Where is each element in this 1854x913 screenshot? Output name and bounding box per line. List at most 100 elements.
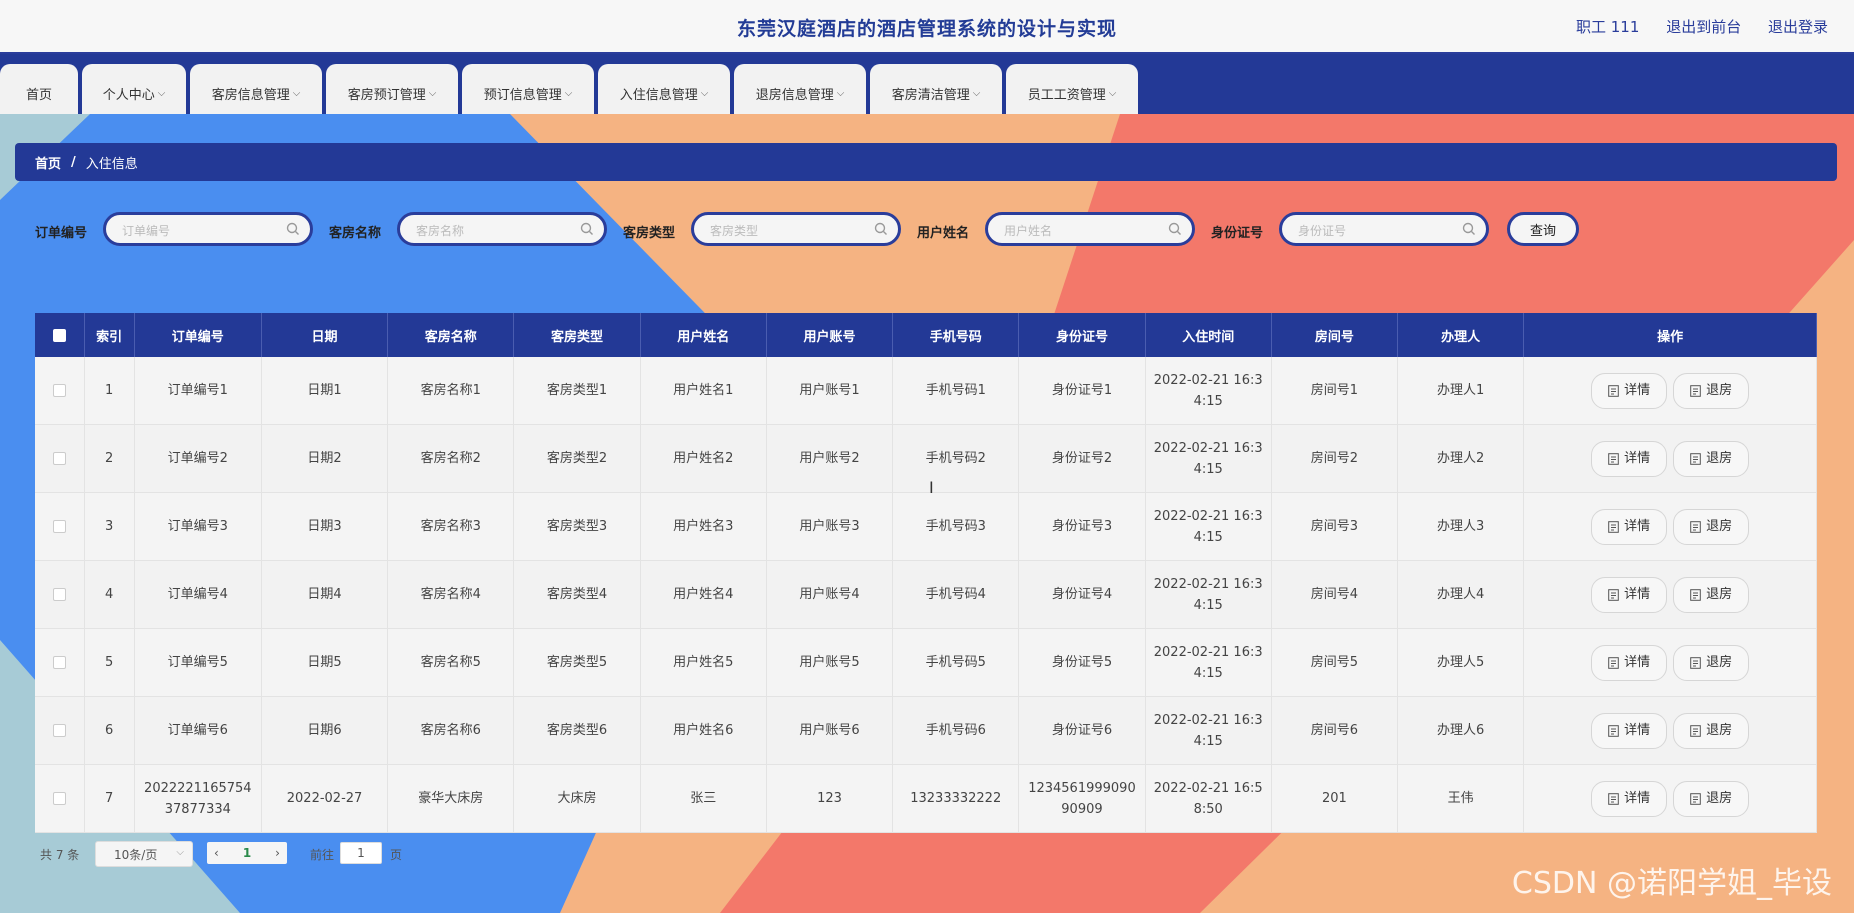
tab-label: 客房清洁管理 [891,87,970,103]
col-header: 客房名称 [387,313,515,357]
table-row[interactable]: 4 订单编号4 日期4 客房名称4 客房类型4 用户姓名4 用户账号4 手机号码4 身份证号4 2… [35,560,1817,629]
row-select-cell[interactable] [35,764,85,833]
tab-room-booking[interactable]: 客房预订管理 ⌵ [326,64,458,114]
current-page[interactable]: 1 [243,846,251,860]
document-icon [1608,724,1619,737]
row-checkbox[interactable] [52,656,66,669]
order-no-field[interactable] [103,212,313,246]
order-no-input[interactable] [120,221,284,241]
row-select-cell[interactable] [35,628,85,697]
cell-date: 日期5 [261,628,389,697]
checkout-button[interactable]: 退房 [1673,576,1750,613]
total-count: 共 7 条 [40,848,80,862]
detail-button[interactable]: 详情 [1591,644,1668,681]
row-checkbox[interactable] [52,384,66,397]
id-no-input[interactable] [1296,221,1460,241]
row-checkbox[interactable] [52,792,66,805]
cell-account: 用户账号4 [766,560,894,629]
detail-button[interactable]: 详情 [1591,440,1668,477]
checkout-button[interactable]: 退房 [1673,508,1750,545]
table-row[interactable]: 7 2022221165754 37877334 2022-02-27 豪华大床房 大床… [35,764,1817,833]
checkin-table: 索引 订单编号 日期 客房名称 客房类型 用户姓名 用户账号 手机号码 身份证号… [35,313,1817,833]
cell-room-no: 房间号6 [1271,696,1399,765]
cell-date: 日期3 [261,492,389,561]
tab-checkout-info[interactable]: 退房信息管理 ⌵ [734,64,866,114]
cell-room-name: 客房名称4 [387,560,515,629]
query-button[interactable]: 查询 [1507,212,1579,246]
tab-booking-info[interactable]: 预订信息管理 ⌵ [462,64,594,114]
search-icon [286,222,299,235]
actions-cell: 详情 退房 [1523,424,1817,493]
detail-button[interactable]: 详情 [1591,508,1668,545]
goto-label: 前往 [310,848,335,862]
detail-label: 详情 [1624,383,1651,398]
cell-date: 2022-02-27 [261,764,389,833]
select-all-cell[interactable] [35,313,85,357]
detail-label: 详情 [1624,655,1651,670]
tab-checkin-info[interactable]: 入住信息管理 ⌵ [598,64,730,114]
search-icon [874,222,887,235]
cell-date: 日期6 [261,696,389,765]
cell-date: 日期2 [261,424,389,493]
logout-link[interactable]: 退出登录 [1768,18,1828,36]
col-header: 手机号码 [892,313,1020,357]
checkout-button[interactable]: 退房 [1673,372,1750,409]
checkout-button[interactable]: 退房 [1673,780,1750,817]
prev-page-icon[interactable]: ‹ [214,846,219,860]
room-type-field[interactable] [691,212,901,246]
select-all-checkbox[interactable] [52,328,66,342]
table-row[interactable]: 5 订单编号5 日期5 客房名称5 客房类型5 用户姓名5 用户账号5 手机号码5 身份证号5 2… [35,628,1817,697]
document-icon [1690,792,1701,805]
tab-room-cleaning[interactable]: 客房清洁管理 ⌵ [870,64,1002,114]
col-header: 房间号 [1271,313,1399,357]
row-checkbox[interactable] [52,724,66,737]
next-page-icon[interactable]: › [275,846,280,860]
page-size-value: 10条/页 [114,847,158,862]
row-checkbox[interactable] [52,588,66,601]
room-type-input[interactable] [708,221,872,241]
detail-button[interactable]: 详情 [1591,576,1668,613]
page-size-select[interactable]: 10条/页 ⌵ [95,841,193,867]
room-name-field[interactable] [397,212,607,246]
actions-cell: 详情 退房 [1523,764,1817,833]
breadcrumb-separator: / [71,154,76,170]
cell-index: 3 [84,492,135,561]
row-select-cell[interactable] [35,492,85,561]
row-select-cell[interactable] [35,696,85,765]
document-icon [1690,656,1701,669]
checkout-button[interactable]: 退房 [1673,440,1750,477]
goto-page-input[interactable]: 1 [340,842,382,864]
detail-label: 详情 [1624,791,1651,806]
breadcrumb-home[interactable]: 首页 [35,153,61,172]
detail-label: 详情 [1624,519,1651,534]
row-checkbox[interactable] [52,452,66,465]
detail-button[interactable]: 详情 [1591,712,1668,749]
cell-account: 用户账号1 [766,357,894,425]
tab-personal-center[interactable]: 个人中心 ⌵ [82,64,186,114]
tab-home[interactable]: 首页 [0,64,78,114]
row-select-cell[interactable] [35,357,85,425]
search-icon [1168,222,1181,235]
user-name-field[interactable] [985,212,1195,246]
detail-button[interactable]: 详情 [1591,780,1668,817]
col-header: 身份证号 [1018,313,1146,357]
id-no-field[interactable] [1279,212,1489,246]
table-row[interactable]: 3 订单编号3 日期3 客房名称3 客房类型3 用户姓名3 用户账号3 手机号码3 身份证号3 2… [35,492,1817,561]
user-name-input[interactable] [1002,221,1166,241]
room-name-input[interactable] [414,221,578,241]
checkout-button[interactable]: 退房 [1673,644,1750,681]
checkout-button[interactable]: 退房 [1673,712,1750,749]
table-row[interactable]: 6 订单编号6 日期6 客房名称6 客房类型6 用户姓名6 用户账号6 手机号码6 身份证号6 2… [35,696,1817,765]
tab-staff-salary[interactable]: 员工工资管理 ⌵ [1006,64,1138,114]
breadcrumb: 首页 / 入住信息 [15,143,1837,181]
detail-button[interactable]: 详情 [1591,372,1668,409]
cell-room-type: 客房类型3 [513,492,641,561]
cell-date: 日期1 [261,357,389,425]
row-select-cell[interactable] [35,424,85,493]
exit-to-front-link[interactable]: 退出到前台 [1666,18,1741,36]
table-row[interactable]: 2 订单编号2 日期2 客房名称2 客房类型2 用户姓名2 用户账号2 手机号码2 身份证号2 2… [35,424,1817,493]
row-select-cell[interactable] [35,560,85,629]
tab-room-info[interactable]: 客房信息管理 ⌵ [190,64,322,114]
table-row[interactable]: 1 订单编号1 日期1 客房名称1 客房类型1 用户姓名1 用户账号1 手机号码1 身份证号1 2… [35,357,1817,425]
row-checkbox[interactable] [52,520,66,533]
